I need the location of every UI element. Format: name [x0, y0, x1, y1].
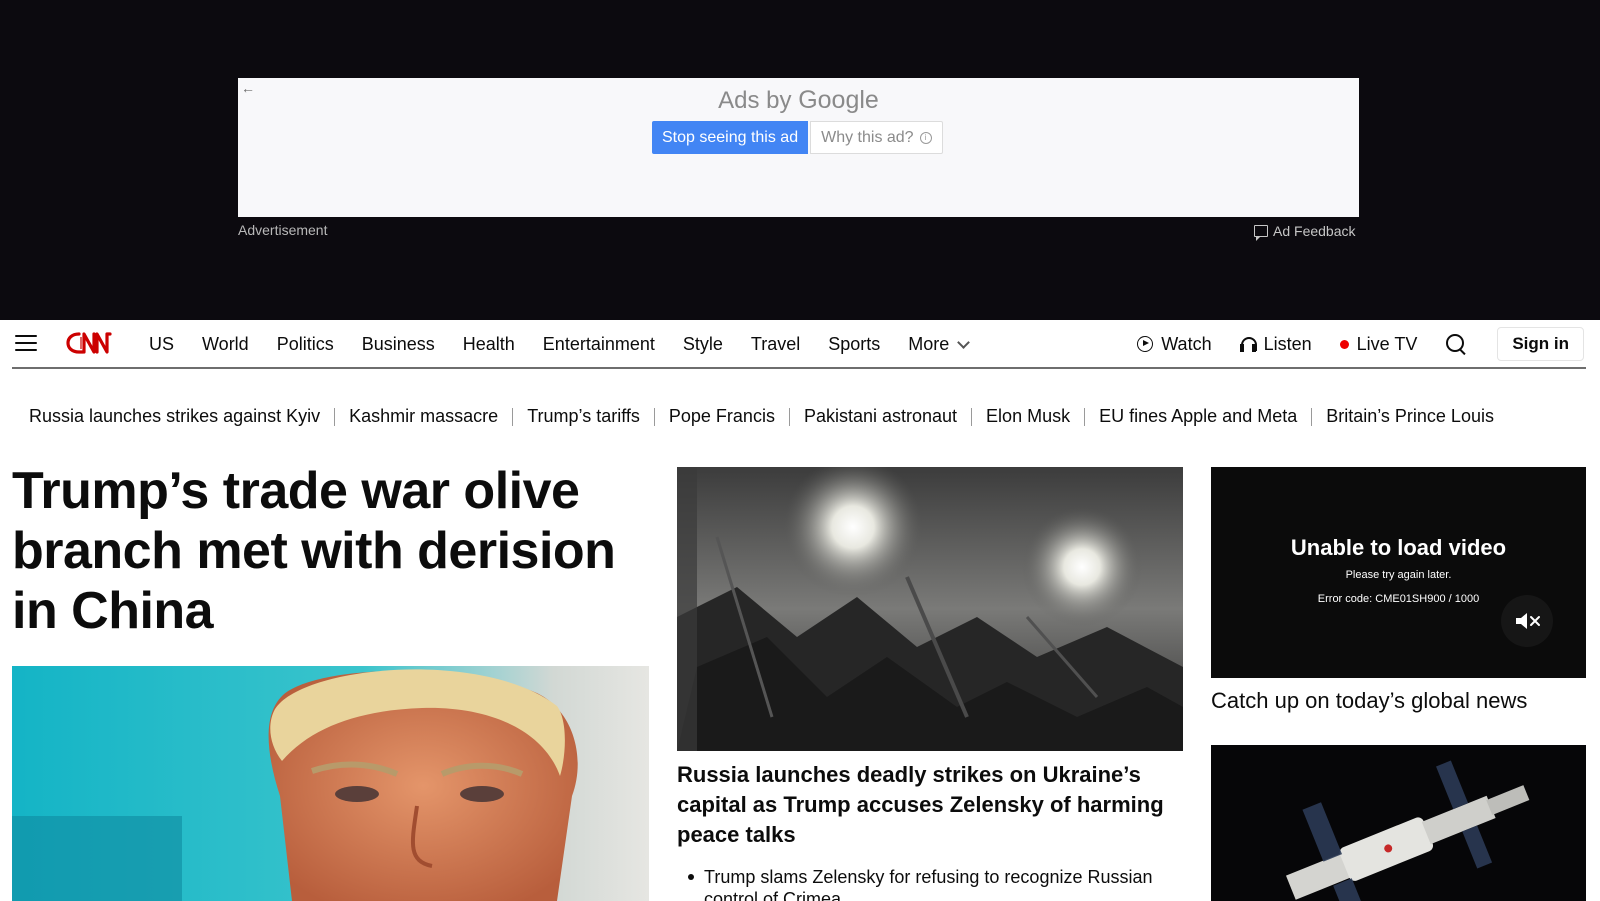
nav-item-us[interactable]: US — [149, 334, 174, 355]
middle-story-headline[interactable]: Russia launches deadly strikes on Ukrain… — [677, 760, 1177, 850]
ad-actions: Stop seeing this ad Why this ad? i — [652, 121, 943, 154]
trending-item[interactable]: Elon Musk — [986, 406, 1070, 427]
trending-item[interactable]: Pakistani astronaut — [804, 406, 957, 427]
bullet-icon — [688, 874, 694, 880]
menu-icon[interactable] — [15, 335, 37, 351]
kyiv-strike-image[interactable] — [677, 467, 1183, 751]
lead-story-image[interactable] — [12, 666, 649, 901]
google-ad-frame: ← Ads by Google Stop seeing this ad Why … — [238, 78, 1359, 217]
info-icon: i — [919, 131, 932, 144]
trending-item[interactable]: Trump’s tariffs — [527, 406, 640, 427]
why-this-ad-label: Why this ad? — [821, 129, 914, 146]
headphones-icon — [1239, 336, 1257, 352]
trending-separator — [971, 407, 973, 426]
trending-separator — [1311, 407, 1313, 426]
trending-item[interactable]: Kashmir massacre — [349, 406, 498, 427]
nav-divider — [12, 367, 1586, 369]
trending-separator — [334, 407, 336, 426]
listen-link[interactable]: Listen — [1239, 333, 1312, 355]
watch-link[interactable]: Watch — [1137, 333, 1212, 355]
video-error-subtitle: Please try again later. — [1345, 569, 1452, 581]
live-dot-icon — [1339, 339, 1349, 349]
video-caption[interactable]: Catch up on today’s global news — [1211, 688, 1527, 714]
related-story-text: Trump slams Zelensky for refusing to rec… — [704, 867, 1153, 901]
sign-in-button[interactable]: Sign in — [1497, 327, 1584, 361]
nav-links: US World Politics Business Health Entert… — [149, 320, 996, 368]
main-nav: US World Politics Business Health Entert… — [0, 320, 1600, 369]
video-player[interactable]: Unable to load video Please try again la… — [1211, 467, 1586, 678]
related-story-bullet[interactable]: Trump slams Zelensky for refusing to rec… — [688, 866, 1168, 901]
search-icon[interactable] — [1445, 333, 1467, 355]
advertisement-label: Advertisement — [238, 222, 328, 238]
play-icon — [1137, 336, 1154, 352]
chevron-down-icon — [957, 335, 971, 349]
nav-item-entertainment[interactable]: Entertainment — [543, 334, 655, 355]
trending-item[interactable]: Britain’s Prince Louis — [1326, 406, 1494, 427]
nav-item-health[interactable]: Health — [463, 334, 515, 355]
nav-item-world[interactable]: World — [202, 334, 249, 355]
listen-label: Listen — [1263, 333, 1312, 354]
ad-feedback-label: Ad Feedback — [1273, 223, 1356, 239]
trending-separator — [512, 407, 514, 426]
trending-bar: Russia launches strikes against Kyiv Kas… — [29, 406, 1494, 427]
lead-headline[interactable]: Trump’s trade war olive branch met with … — [12, 461, 652, 641]
stop-seeing-ad-button[interactable]: Stop seeing this ad — [652, 121, 809, 154]
ad-band: ← Ads by Google Stop seeing this ad Why … — [0, 0, 1600, 320]
nav-more-menu[interactable]: More — [908, 333, 971, 355]
cnn-logo[interactable] — [66, 329, 122, 357]
nav-item-style[interactable]: Style — [683, 334, 723, 355]
nav-item-travel[interactable]: Travel — [751, 334, 800, 355]
trending-separator — [788, 407, 790, 426]
trending-separator — [653, 407, 655, 426]
nav-item-politics[interactable]: Politics — [277, 334, 334, 355]
watch-label: Watch — [1161, 333, 1212, 354]
nav-item-business[interactable]: Business — [362, 334, 435, 355]
ads-by-google: Ads by Google — [718, 86, 879, 114]
ad-feedback-link[interactable]: Ad Feedback — [1254, 223, 1356, 241]
video-error-title: Unable to load video — [1290, 535, 1507, 560]
space-station-image[interactable] — [1211, 745, 1586, 901]
trending-item[interactable]: Pope Francis — [669, 406, 775, 427]
live-tv-link[interactable]: Live TV — [1339, 333, 1418, 355]
trending-item[interactable]: Russia launches strikes against Kyiv — [29, 406, 320, 427]
nav-item-sports[interactable]: Sports — [828, 334, 880, 355]
trending-separator — [1084, 407, 1086, 426]
why-this-ad-button[interactable]: Why this ad? i — [810, 121, 943, 154]
feedback-icon — [1254, 225, 1268, 241]
mute-button[interactable] — [1501, 595, 1553, 647]
nav-more-label: More — [908, 333, 950, 354]
live-tv-label: Live TV — [1356, 333, 1418, 354]
nav-utilities: Watch Listen Live TV Sign in — [1137, 320, 1584, 368]
speaker-muted-icon — [1516, 613, 1540, 629]
trending-item[interactable]: EU fines Apple and Meta — [1099, 406, 1297, 427]
